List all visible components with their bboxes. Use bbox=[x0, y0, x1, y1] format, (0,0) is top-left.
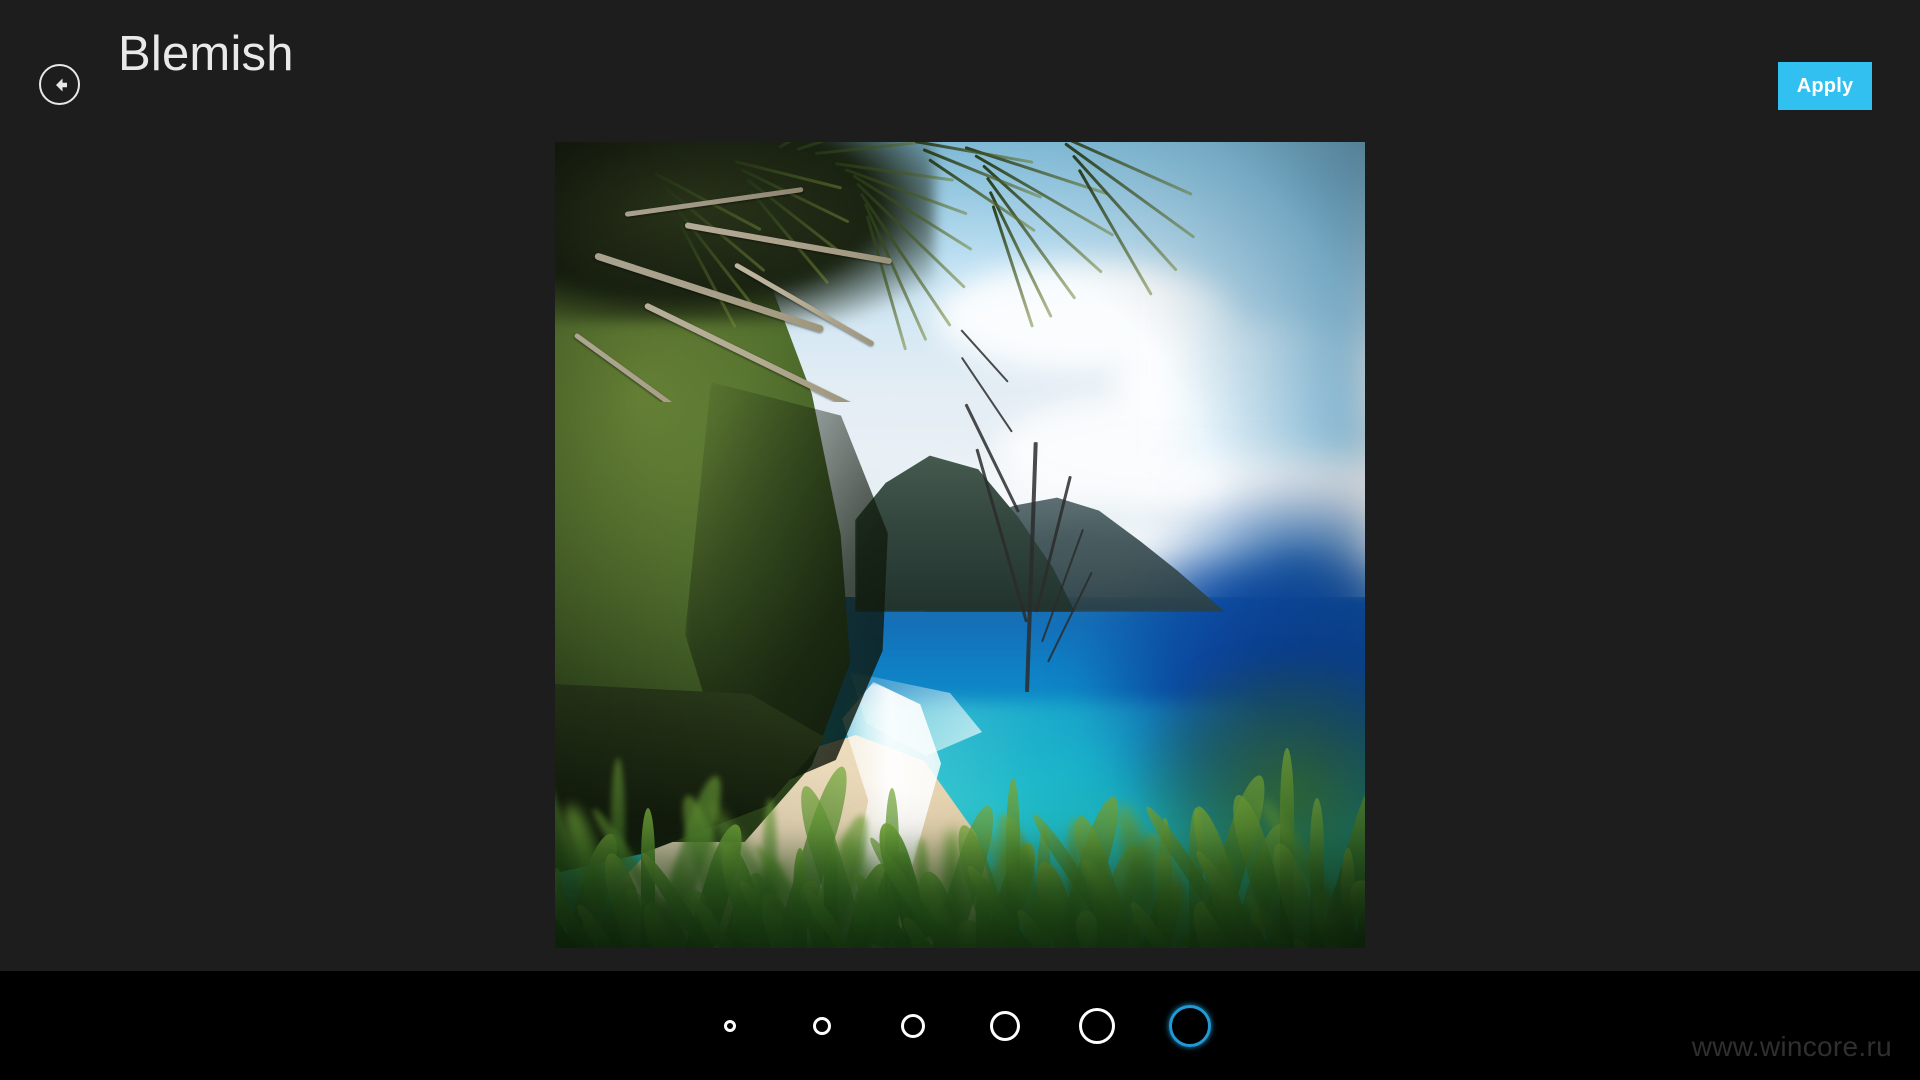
brush-size-selector bbox=[0, 971, 1920, 1080]
brush-size-1[interactable] bbox=[724, 1019, 736, 1032]
photo-frond bbox=[1064, 142, 1196, 239]
brush-size-3[interactable] bbox=[901, 1013, 925, 1038]
bottom-app-bar bbox=[0, 971, 1920, 1080]
photo-frond bbox=[814, 142, 925, 155]
photo-editor-app: Blemish Apply www.wincore.ru bbox=[0, 0, 1920, 1080]
brush-size-4[interactable] bbox=[990, 1010, 1020, 1041]
back-arrow-icon bbox=[48, 73, 72, 97]
photo-canvas[interactable] bbox=[555, 142, 1365, 948]
brush-size-6[interactable] bbox=[1169, 1004, 1211, 1047]
photo-frond bbox=[922, 148, 1043, 199]
brush-size-5[interactable] bbox=[1079, 1007, 1115, 1044]
back-button[interactable] bbox=[39, 64, 80, 105]
photo-foreground-blur bbox=[555, 828, 1365, 948]
page-title: Blemish bbox=[118, 27, 294, 81]
app-header: Blemish Apply bbox=[0, 0, 1920, 140]
brush-size-2[interactable] bbox=[813, 1016, 831, 1035]
photo-branch bbox=[573, 332, 731, 402]
photo-frond bbox=[928, 158, 1036, 233]
apply-button[interactable]: Apply bbox=[1778, 62, 1872, 110]
photo-palm-fronds bbox=[555, 142, 1235, 402]
watermark: www.wincore.ru bbox=[1691, 1031, 1892, 1062]
